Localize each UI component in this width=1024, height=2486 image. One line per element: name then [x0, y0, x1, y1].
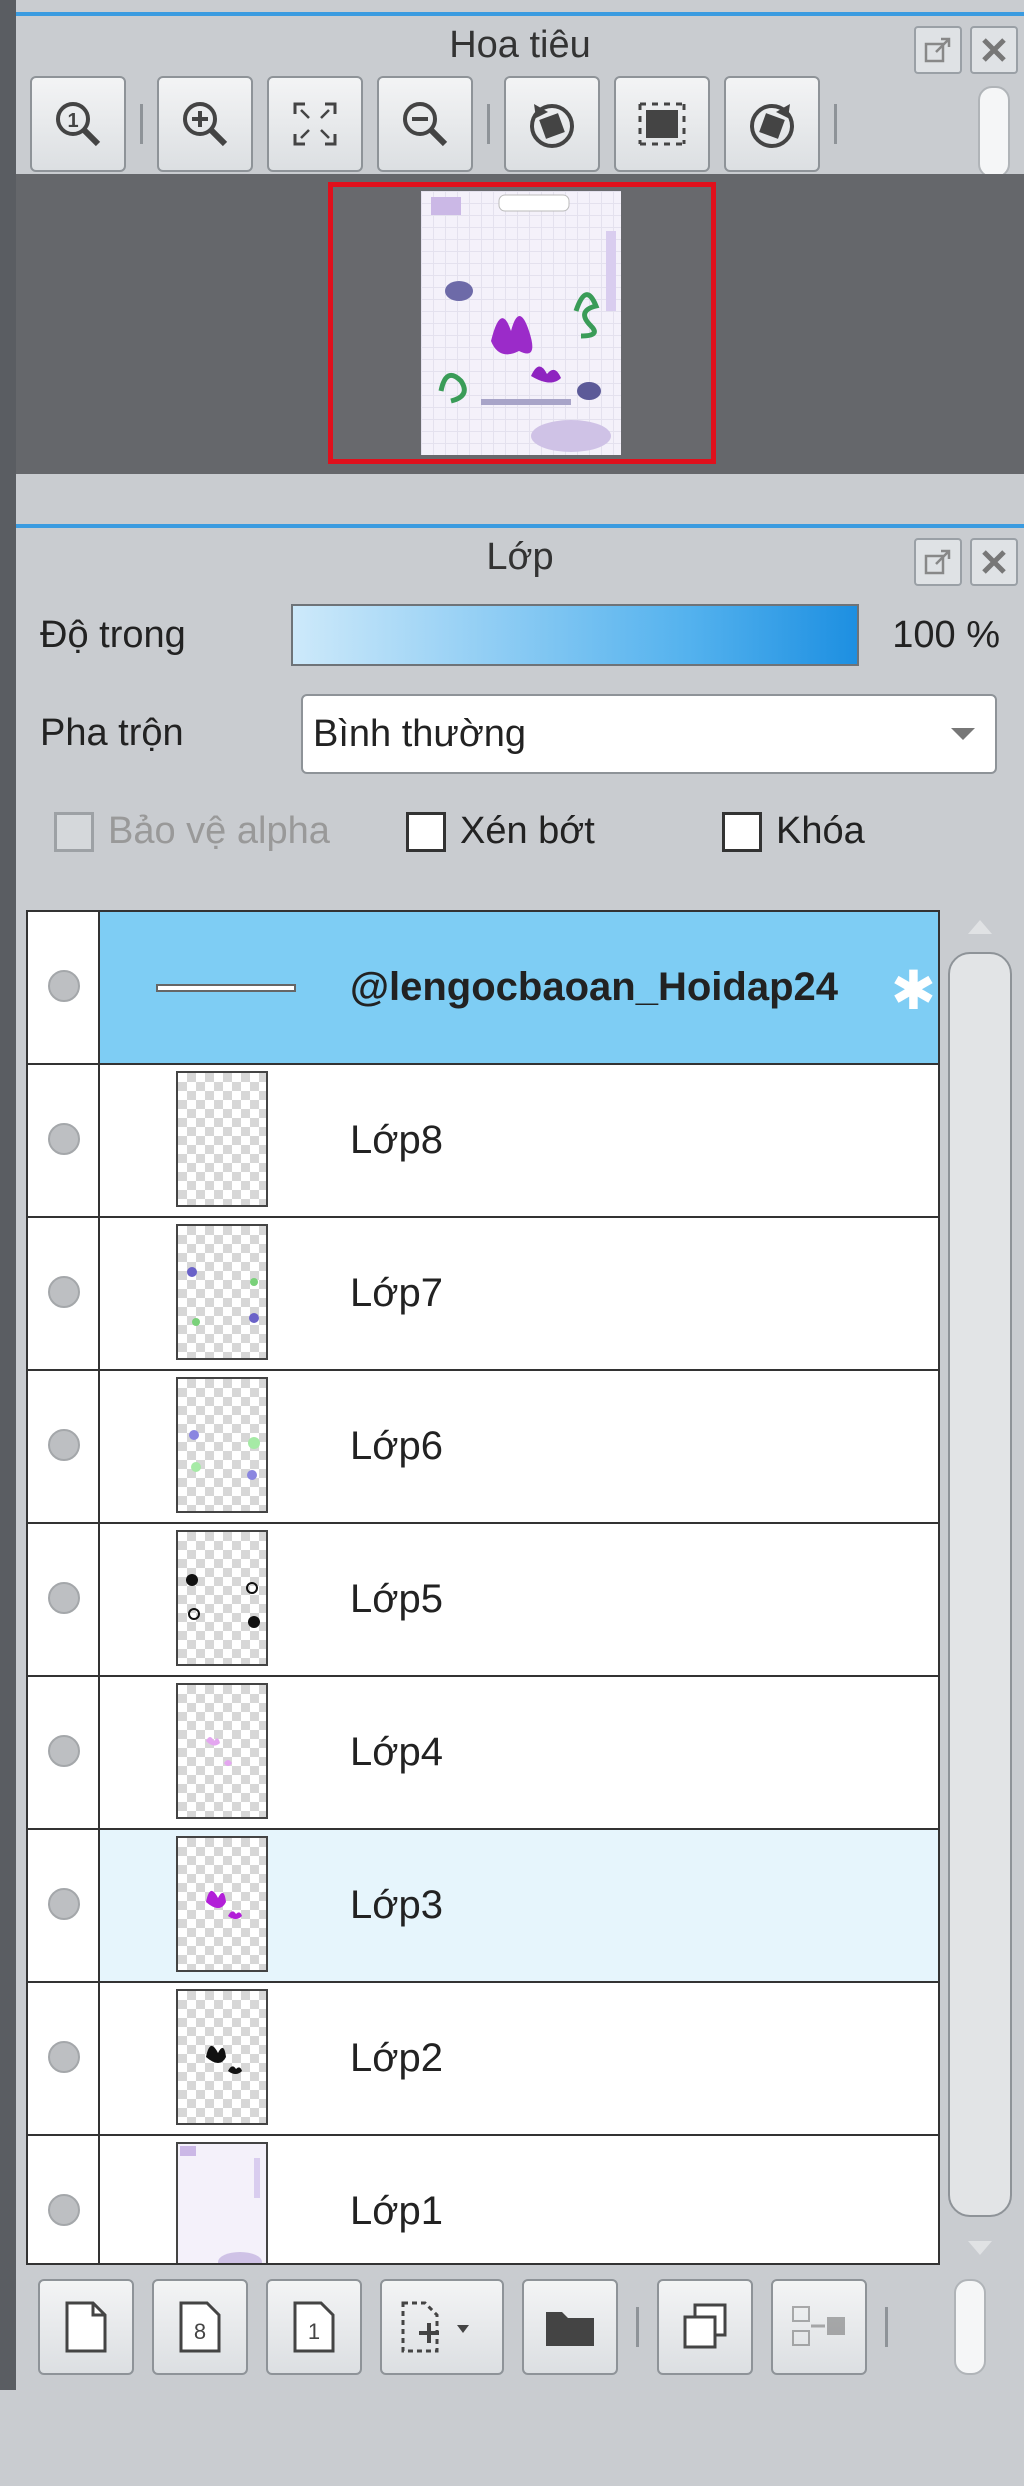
svg-text:8: 8 [194, 2319, 206, 2344]
rotate-left-icon[interactable] [504, 76, 600, 172]
svg-text:1: 1 [308, 2319, 320, 2344]
folder-thumbnail [156, 984, 296, 992]
toolbar-scrollbar[interactable] [978, 86, 1010, 178]
layer-thumbnail [176, 1530, 268, 1666]
layer-row[interactable]: Lớp7 [28, 1218, 938, 1371]
layer-list-scrollbar[interactable] [944, 910, 1016, 2265]
toolbar-separator [834, 104, 837, 144]
new-8bit-layer-icon[interactable]: 8 [152, 2279, 248, 2375]
navigator-toolbar: 1 [16, 74, 1024, 178]
chevron-down-icon [951, 728, 975, 740]
toolbar-scrollbar[interactable] [954, 2279, 986, 2375]
left-dock-strip [0, 0, 16, 2390]
checkbox-box [722, 811, 762, 852]
layer-row[interactable]: Lớp3 [28, 1830, 938, 1983]
visibility-toggle-icon[interactable] [48, 2041, 80, 2073]
layer-name: Lớp8 [350, 1118, 443, 1162]
toolbar-separator [487, 104, 490, 144]
layer-row[interactable]: Lớp1 [28, 2136, 938, 2263]
layer-list: @lengocbaoan_Hoidap24 ✱ Lớp8 Lớp7 Lớp6 L… [26, 910, 940, 2265]
blend-mode-value: Bình thường [313, 713, 527, 755]
layer-thumbnail [176, 1683, 268, 1819]
blend-mode-select[interactable]: Bình thường [301, 694, 997, 774]
viewport-frame[interactable] [328, 182, 716, 464]
navigator-title: Hoa tiêu [449, 24, 591, 66]
layer-name: @lengocbaoan_Hoidap24 [350, 965, 838, 1009]
layer-row[interactable]: Lớp8 [28, 1065, 938, 1218]
layer-thumbnail [176, 1989, 268, 2125]
toolbar-separator [885, 2307, 888, 2347]
layer-name: Lớp2 [350, 2036, 443, 2080]
lock-label: Khóa [776, 810, 865, 852]
new-raster-layer-icon[interactable] [38, 2279, 134, 2375]
gear-icon[interactable]: ✱ [891, 964, 936, 1018]
rotate-right-icon[interactable] [724, 76, 820, 172]
layer-name: Lớp1 [350, 2189, 443, 2233]
layer-thumbnail [176, 1071, 268, 1207]
protect-alpha-checkbox[interactable]: Bảo vệ alpha [54, 810, 330, 853]
protect-alpha-label: Bảo vệ alpha [108, 810, 330, 852]
svg-text:1: 1 [67, 110, 78, 132]
new-1bit-layer-icon[interactable]: 1 [266, 2279, 362, 2375]
lock-checkbox[interactable]: Khóa [722, 810, 865, 853]
layer-name: Lớp4 [350, 1730, 443, 1774]
opacity-value: 100 % [892, 614, 1000, 656]
close-icon[interactable] [970, 538, 1018, 586]
layer-thumbnail [176, 2142, 268, 2263]
canvas-thumbnail [421, 191, 621, 455]
zoom-out-icon[interactable] [377, 76, 473, 172]
opacity-slider[interactable] [291, 604, 859, 666]
add-layer-dropdown-icon[interactable] [380, 2279, 504, 2375]
visibility-toggle-icon[interactable] [48, 1276, 80, 1308]
navigator-preview[interactable] [16, 174, 1024, 474]
layer-thumbnail [176, 1224, 268, 1360]
zoom-in-icon[interactable] [157, 76, 253, 172]
blend-mode-label: Pha trộn [40, 712, 184, 754]
merge-down-icon[interactable] [771, 2279, 867, 2375]
fit-screen-icon[interactable] [267, 76, 363, 172]
visibility-toggle-icon[interactable] [48, 970, 80, 1002]
layer-row[interactable]: Lớp5 [28, 1524, 938, 1677]
visibility-toggle-icon[interactable] [48, 1888, 80, 1920]
navigator-panel: Hoa tiêu 1 [16, 12, 1024, 526]
close-icon[interactable] [970, 26, 1018, 74]
visibility-toggle-icon[interactable] [48, 1429, 80, 1461]
visibility-toggle-icon[interactable] [48, 1123, 80, 1155]
layer-name: Lớp5 [350, 1577, 443, 1621]
reset-rotation-icon[interactable] [614, 76, 710, 172]
scroll-up-icon[interactable] [968, 920, 992, 934]
duplicate-layer-icon[interactable] [657, 2279, 753, 2375]
checkbox-box [54, 811, 94, 852]
layer-thumbnail [176, 1836, 268, 1972]
layer-row[interactable]: Lớp2 [28, 1983, 938, 2136]
undock-icon[interactable] [914, 26, 962, 74]
opacity-label: Độ trong [40, 614, 186, 656]
visibility-toggle-icon[interactable] [48, 1735, 80, 1767]
toolbar-separator [140, 104, 143, 144]
layer-name: Lớp3 [350, 1883, 443, 1927]
visibility-toggle-icon[interactable] [48, 2194, 80, 2226]
toolbar-separator [636, 2307, 639, 2347]
layers-title: Lớp [486, 536, 554, 578]
actual-size-icon[interactable]: 1 [30, 76, 126, 172]
undock-icon[interactable] [914, 538, 962, 586]
clip-label: Xén bớt [460, 810, 595, 852]
layer-toolbar: 8 1 [16, 2268, 1024, 2386]
layer-row[interactable]: @lengocbaoan_Hoidap24 ✱ [28, 912, 938, 1065]
layer-thumbnail [176, 1377, 268, 1513]
layer-name: Lớp7 [350, 1271, 443, 1315]
visibility-toggle-icon[interactable] [48, 1582, 80, 1614]
folder-icon[interactable] [522, 2279, 618, 2375]
checkbox-box [406, 811, 446, 852]
layer-row[interactable]: Lớp4 [28, 1677, 938, 1830]
scrollbar-thumb[interactable] [948, 952, 1012, 2217]
layer-row[interactable]: Lớp6 [28, 1371, 938, 1524]
clip-checkbox[interactable]: Xén bớt [406, 810, 595, 853]
layer-name: Lớp6 [350, 1424, 443, 1468]
scroll-down-icon[interactable] [968, 2241, 992, 2255]
